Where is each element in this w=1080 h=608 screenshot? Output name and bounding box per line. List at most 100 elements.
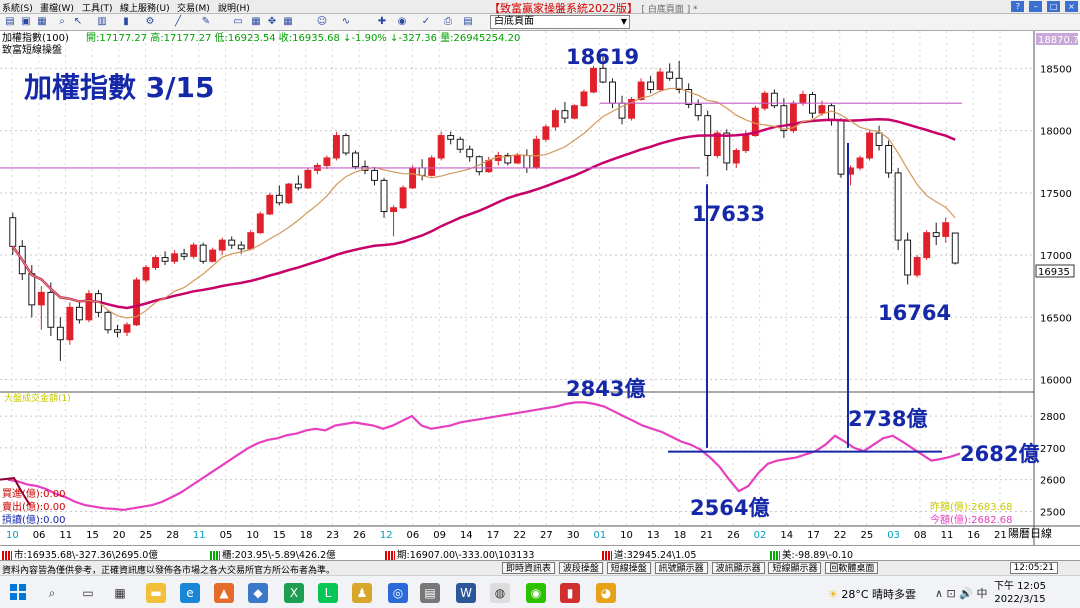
menu-online[interactable]: 線上服務(U) <box>120 1 170 14</box>
candle-body <box>656 71 664 91</box>
people-icon[interactable]: ☺ <box>316 16 328 28</box>
pen-icon[interactable]: ✎ <box>200 16 212 28</box>
menu-help[interactable]: 說明(H) <box>218 1 250 14</box>
chart-area[interactable]: 18500 18000 17500 17000 16500 16000 2800 2700 26… <box>0 31 1080 545</box>
target-icon[interactable]: ◉ <box>396 16 408 28</box>
candle-body <box>942 222 950 237</box>
chrome-icon[interactable]: ◕ <box>596 583 616 603</box>
chart-icon[interactable]: ▥ <box>96 16 108 28</box>
file-explorer-icon[interactable]: ▬ <box>146 583 166 603</box>
market-status-taiex: 市:16935.68\-327.36\2695.0億 <box>2 547 158 561</box>
menu-trade[interactable]: 交易(M) <box>177 1 210 14</box>
check-icon[interactable]: ✓ <box>420 16 432 28</box>
market-status-usd: 美:-98.89\-0.10 <box>770 547 853 561</box>
taskbar-clock[interactable]: 下午 12:05 2022/3/15 <box>994 580 1046 606</box>
document-icon[interactable]: ▤ <box>462 16 474 28</box>
swing-signal-button[interactable]: 波訊顯示器 <box>711 562 765 574</box>
y2-tick-label: 2800 <box>1040 412 1065 423</box>
short-moving-average <box>12 87 956 319</box>
layout-icon[interactable]: ▦ <box>250 16 262 28</box>
signal-icon[interactable]: ∿ <box>340 16 352 28</box>
x-tick-label: 15 <box>86 530 99 541</box>
app-icon-5[interactable]: ▤ <box>420 583 440 603</box>
x-tick-label: 14 <box>460 530 473 541</box>
help-window-button[interactable]: ? <box>1011 1 1025 12</box>
save-icon[interactable]: ▣ <box>20 16 32 28</box>
today-amount: 今額(億):2682.68 <box>930 513 1013 526</box>
candle-body <box>371 169 378 181</box>
candle-body <box>28 273 36 306</box>
candle-body <box>456 138 464 150</box>
bars-icon <box>770 551 780 560</box>
settings-icon[interactable]: ⚙ <box>144 16 156 28</box>
widgets-icon[interactable]: ▦ <box>110 583 130 603</box>
y-tick-label: 18500 <box>1040 64 1072 75</box>
candle-body <box>247 232 255 250</box>
maximize-button[interactable]: □ <box>1047 1 1061 12</box>
hold-label: 摃讀(億):0.00 <box>2 513 65 526</box>
taskbar-date: 2022/3/15 <box>994 594 1046 605</box>
x-tick-label: 06 <box>33 530 46 541</box>
candle-body <box>437 135 445 159</box>
table-icon[interactable]: ▦ <box>282 16 294 28</box>
arrows-icon[interactable]: ✥ <box>266 16 278 28</box>
bar-chart-icon[interactable]: ▮ <box>120 16 132 28</box>
app-icon[interactable]: ▲ <box>214 583 234 603</box>
app-icon-4[interactable]: ◎ <box>388 583 408 603</box>
back-to-desktop-button[interactable]: 回軟體桌面 <box>825 562 879 574</box>
app-icon-2[interactable]: ◆ <box>248 583 268 603</box>
bars-icon <box>210 551 220 560</box>
candle-body <box>694 103 702 117</box>
candle-body <box>9 217 17 247</box>
date-axis: 10 06 11 15 20 25 28 11 05 10 15 18 23 26 12 06 09 14 17 22… <box>6 530 1007 541</box>
page-select[interactable]: 白底頁面 ▼ <box>490 15 630 29</box>
menu-bar: 系統(S) 畫檔(W) 工具(T) 線上服務(U) 交易(M) 說明(H) 【致… <box>0 0 1080 15</box>
zoom-icon[interactable]: ⌕ <box>56 16 68 28</box>
swing-trade-button[interactable]: 波段操盤 <box>558 562 603 574</box>
candle-body <box>275 194 283 204</box>
candle-body <box>466 148 474 158</box>
cursor-icon[interactable]: ↖ <box>72 16 84 28</box>
word-icon[interactable]: W <box>456 583 476 603</box>
candle-body <box>37 291 45 306</box>
windows-start-icon[interactable] <box>10 584 26 600</box>
printer-icon[interactable]: ⎙ <box>442 16 454 28</box>
candle-body <box>114 329 121 333</box>
task-view-icon[interactable]: ▭ <box>78 583 98 603</box>
volume-line <box>0 401 961 512</box>
app-icon-7[interactable]: ▮ <box>560 583 580 603</box>
line-icon[interactable]: L <box>318 583 338 603</box>
menu-system[interactable]: 系統(S) <box>2 1 33 14</box>
signal-display-button[interactable]: 訊號顯示器 <box>654 562 708 574</box>
wechat-icon[interactable]: ◉ <box>526 583 546 603</box>
excel-icon[interactable]: X <box>284 583 304 603</box>
crosshair-icon[interactable]: ✚ <box>376 16 388 28</box>
x-tick-label: 12 <box>380 530 393 541</box>
candle-body <box>85 293 93 321</box>
weather-widget[interactable]: ☀ 28°C 晴時多雲 <box>828 586 916 602</box>
system-tray[interactable]: ∧ ⊡ 🔊 中 <box>935 585 987 601</box>
minimize-button[interactable]: – <box>1029 1 1043 12</box>
window-icon[interactable]: ▭ <box>232 16 244 28</box>
short-trade-button[interactable]: 短線操盤 <box>606 562 651 574</box>
candle-body <box>56 326 64 341</box>
x-tick-label: 30 <box>567 530 580 541</box>
app-icon-6[interactable]: ◍ <box>490 583 510 603</box>
line-tool-icon[interactable]: ╱ <box>172 16 184 28</box>
taskbar-time: 下午 12:05 <box>994 581 1046 592</box>
grid-icon[interactable]: ▦ <box>36 16 48 28</box>
candle-body <box>723 132 731 164</box>
candle-body <box>285 183 293 204</box>
menu-tools[interactable]: 工具(T) <box>82 1 113 14</box>
menu-file[interactable]: 畫檔(W) <box>40 1 74 14</box>
close-button[interactable]: × <box>1065 1 1078 12</box>
y2-tick-label: 2500 <box>1040 507 1065 518</box>
edge-icon[interactable]: e <box>180 583 200 603</box>
print-icon[interactable]: ▤ <box>4 16 16 28</box>
annotation-vol-now: 2682億 <box>960 442 1039 466</box>
candle-body <box>228 239 236 246</box>
short-signal-button[interactable]: 短線顯示器 <box>768 562 822 574</box>
search-icon[interactable]: ⌕ <box>42 583 62 603</box>
realtime-table-button[interactable]: 即時資訊表 <box>502 562 556 574</box>
app-icon-3[interactable]: ♟ <box>352 583 372 603</box>
